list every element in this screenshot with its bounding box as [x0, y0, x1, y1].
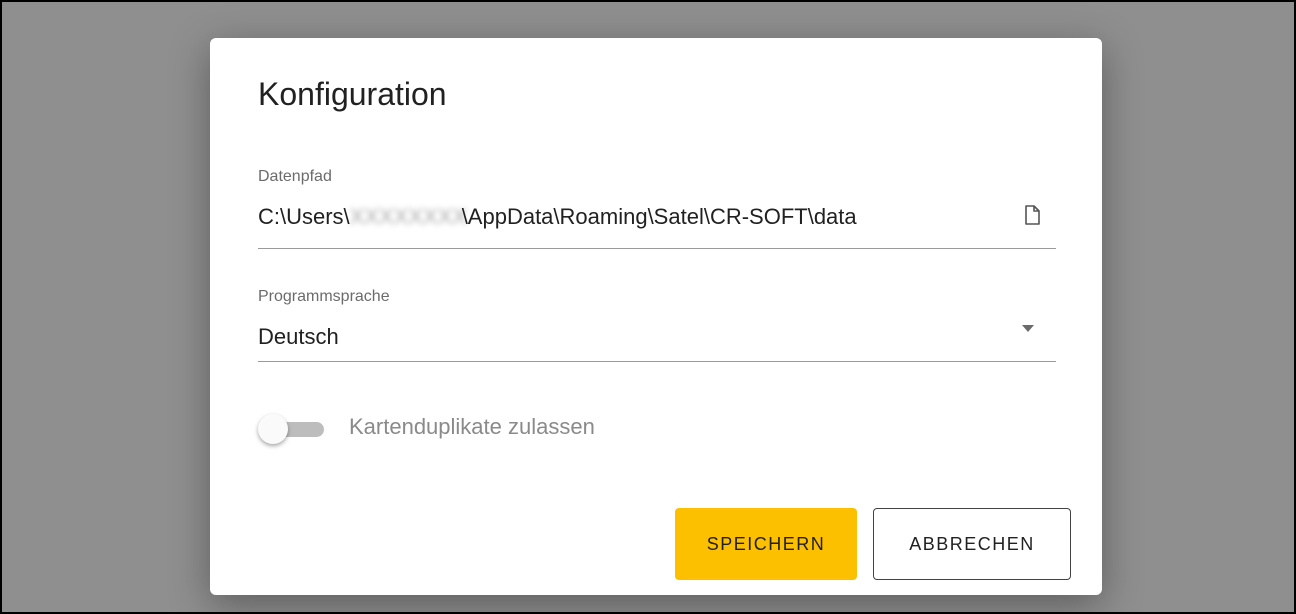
- cancel-button[interactable]: ABBRECHEN: [873, 508, 1071, 580]
- toggle-thumb: [258, 414, 288, 444]
- language-select[interactable]: Deutsch: [258, 324, 339, 350]
- configuration-dialog: Konfiguration Datenpfad C:\Users\XXXXXXX…: [210, 38, 1102, 595]
- data-path-prefix: C:\Users\: [258, 204, 350, 229]
- screen-frame: Konfiguration Datenpfad C:\Users\XXXXXXX…: [0, 0, 1296, 614]
- dropdown-arrow-icon[interactable]: [1022, 325, 1034, 332]
- duplicates-toggle-label: Kartenduplikate zulassen: [349, 414, 595, 439]
- file-icon[interactable]: [1020, 203, 1044, 227]
- blurred-username: XXXXXXXX: [349, 204, 468, 229]
- data-path-suffix: \AppData\Roaming\Satel\CR-SOFT\data: [461, 204, 857, 229]
- language-underline: [258, 361, 1056, 362]
- data-path-underline: [258, 248, 1056, 249]
- language-label: Programmsprache: [258, 288, 390, 305]
- dialog-title: Konfiguration: [258, 76, 447, 112]
- duplicates-toggle[interactable]: [258, 414, 326, 444]
- data-path-label: Datenpfad: [258, 168, 332, 185]
- data-path-field[interactable]: C:\Users\XXXXXXXX\AppData\Roaming\Satel\…: [258, 204, 857, 230]
- save-button[interactable]: SPEICHERN: [675, 508, 857, 580]
